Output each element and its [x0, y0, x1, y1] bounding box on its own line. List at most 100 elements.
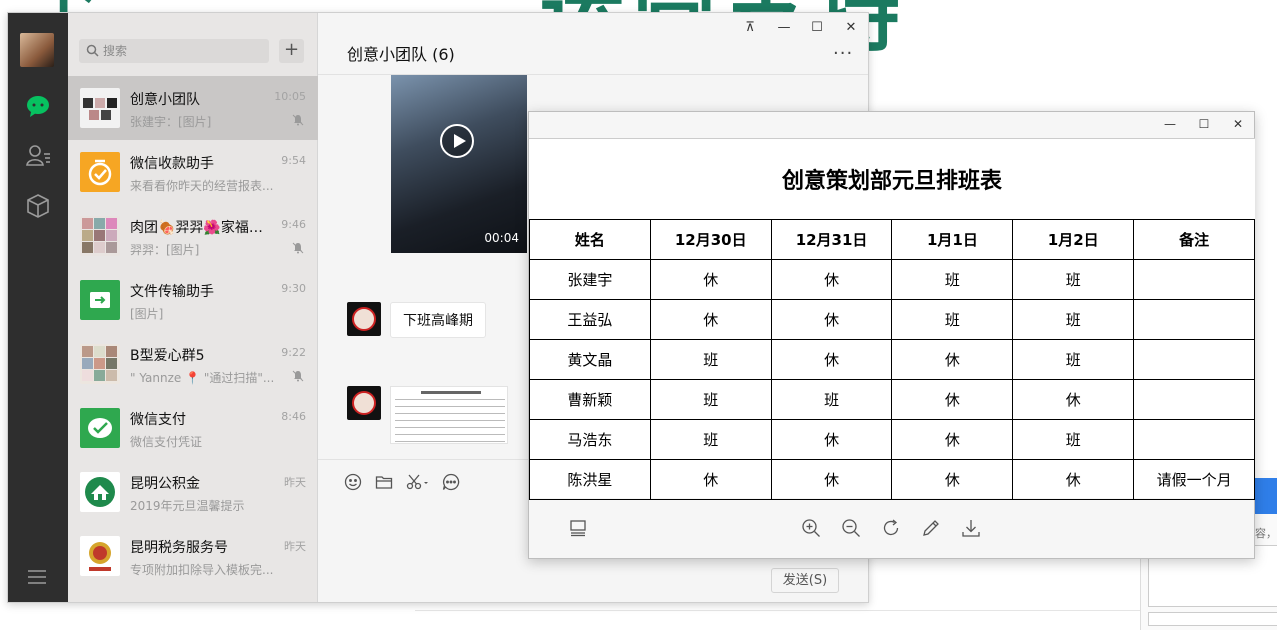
download-icon[interactable] — [960, 517, 982, 539]
table-cell: 班 — [1012, 339, 1135, 380]
chat-history-icon[interactable] — [442, 473, 460, 495]
table-row: 陈洪星 休 休 休 休 请假一个月 — [529, 459, 1255, 500]
table-cell: 休 — [770, 459, 893, 500]
thumbnail-strip-icon[interactable] — [567, 517, 589, 539]
table-cell: 班 — [1012, 259, 1135, 300]
chat-item-kunming-tax[interactable]: 昆明税务服务号 昨天 专项附加扣除导入模板完... — [68, 524, 318, 588]
background-blue-button — [1255, 478, 1277, 514]
chat-preview: 来看看你昨天的经营报表... — [130, 179, 274, 193]
rotate-icon[interactable] — [880, 517, 902, 539]
chat-time: 昨天 — [284, 540, 306, 553]
sender-avatar[interactable] — [347, 302, 381, 336]
menu-icon[interactable] — [27, 569, 47, 589]
table-cell: 黄文晶 — [529, 339, 651, 380]
close-button[interactable]: ✕ — [844, 20, 858, 35]
chat-name: 创意小团队 — [130, 92, 200, 108]
header-cell: 12月31日 — [770, 219, 893, 260]
table-cell — [1133, 419, 1255, 460]
play-icon[interactable] — [440, 124, 474, 158]
table-cell: 请假一个月 — [1133, 459, 1255, 500]
chat-item-file-transfer[interactable]: 文件传输助手 9:30 [图片] — [68, 268, 318, 332]
chat-time: 昨天 — [284, 476, 306, 489]
pin-button[interactable]: ⊼ — [743, 20, 757, 35]
chat-preview: 专项附加扣除导入模板完... — [130, 563, 274, 577]
table-row: 张建宇 休 休 班 班 — [529, 259, 1255, 300]
table-cell — [1133, 259, 1255, 300]
table-cell: 休 — [1012, 379, 1135, 420]
conversation-header: 创意小团队 (6) ··· ⊼ — ☐ ✕ — [318, 13, 868, 75]
chat-name: 肉团🍖羿羿🌺家福利... — [130, 220, 270, 236]
roster-table: 姓名 12月30日 12月31日 1月1日 1月2日 备注 张建宇 休 休 班 … — [529, 219, 1255, 500]
table-cell: 曹新颖 — [529, 379, 651, 420]
edit-pencil-icon[interactable] — [920, 517, 942, 539]
chat-preview: " Yannze 📍 "通过扫描"... — [130, 371, 275, 385]
mute-bell-icon — [292, 114, 304, 130]
table-cell: 休 — [891, 379, 1014, 420]
chat-time: 9:54 — [281, 154, 306, 167]
chat-preview: 张建宇：[图片] — [130, 115, 212, 129]
screenshot-scissors-icon[interactable] — [406, 473, 430, 495]
nav-rail — [8, 13, 68, 602]
chat-item-chuangyi[interactable]: 创意小团队 10:05 张建宇：[图片] — [68, 76, 318, 140]
send-button[interactable]: 发送(S) — [771, 568, 839, 593]
viewer-close-button[interactable]: ✕ — [1231, 117, 1245, 131]
chat-time: 8:46 — [281, 410, 306, 423]
my-avatar[interactable] — [20, 33, 54, 67]
roster-title: 创意策划部元旦排班表 — [781, 169, 1002, 194]
table-cell: 班 — [649, 419, 772, 460]
viewer-maximize-button[interactable]: ☐ — [1197, 117, 1211, 131]
group-avatar — [80, 216, 120, 256]
add-button[interactable]: + — [279, 39, 304, 63]
table-cell: 班 — [1012, 419, 1135, 460]
table-cell: 休 — [891, 339, 1014, 380]
table-cell: 马浩东 — [529, 419, 651, 460]
search-input[interactable] — [103, 42, 263, 60]
folder-icon[interactable] — [375, 473, 393, 495]
chat-item-routuan[interactable]: 肉团🍖羿羿🌺家福利... 9:46 羿羿：[图片] — [68, 204, 318, 268]
group-avatar — [80, 344, 120, 384]
text-message-bubble[interactable]: 下班高峰期 — [390, 302, 486, 338]
table-cell: 班 — [891, 299, 1014, 340]
chat-name: 昆明公积金 — [130, 476, 200, 492]
search-box[interactable] — [79, 39, 269, 63]
chat-item-pay-assistant[interactable]: 微信收款助手 9:54 来看看你昨天的经营报表... — [68, 140, 318, 204]
video-message[interactable]: 00:04 — [391, 75, 527, 253]
chat-item-b-xing[interactable]: B型爱心群5 9:22 " Yannze 📍 "通过扫描"... — [68, 332, 318, 396]
contacts-icon[interactable] — [25, 143, 51, 169]
emoji-icon[interactable] — [344, 473, 362, 495]
table-cell: 班 — [891, 259, 1014, 300]
viewer-minimize-button[interactable]: — — [1163, 117, 1177, 131]
chat-name: 文件传输助手 — [130, 284, 214, 300]
pay-assistant-avatar — [80, 152, 120, 192]
table-cell: 休 — [770, 259, 893, 300]
search-icon — [86, 44, 99, 61]
zoom-out-icon[interactable] — [840, 517, 862, 539]
sender-avatar[interactable] — [347, 386, 381, 420]
chat-name: 微信支付 — [130, 412, 186, 428]
chat-preview: 微信支付凭证 — [130, 435, 203, 449]
table-row: 曹新颖 班 班 休 休 — [529, 379, 1255, 420]
table-cell — [1133, 339, 1255, 380]
mute-bell-icon — [292, 242, 304, 258]
table-row: 王益弘 休 休 班 班 — [529, 299, 1255, 340]
minimize-button[interactable]: — — [777, 20, 791, 35]
table-cell: 休 — [770, 299, 893, 340]
maximize-button[interactable]: ☐ — [810, 20, 824, 35]
table-cell: 休 — [770, 419, 893, 460]
chat-time: 10:05 — [274, 90, 306, 103]
header-cell: 12月30日 — [649, 219, 772, 260]
chat-item-wechat-pay[interactable]: 微信支付 8:46 微信支付凭证 — [68, 396, 318, 460]
chat-icon[interactable] — [25, 93, 51, 119]
zoom-in-icon[interactable] — [800, 517, 822, 539]
table-cell: 班 — [649, 379, 772, 420]
file-transfer-avatar — [80, 280, 120, 320]
favorites-cube-icon[interactable] — [25, 193, 51, 219]
roster-image: 创意策划部元旦排班表 姓名 12月30日 12月31日 1月1日 1月2日 备注… — [529, 138, 1255, 500]
image-message-thumbnail[interactable] — [390, 386, 508, 444]
table-cell: 王益弘 — [529, 299, 651, 340]
chat-item-kunming-gjj[interactable]: 昆明公积金 昨天 2019年元旦温馨提示 — [68, 460, 318, 524]
more-options-button[interactable]: ··· — [833, 43, 853, 64]
table-cell — [1133, 379, 1255, 420]
group-avatar — [80, 88, 120, 128]
chat-preview: 2019年元旦温馨提示 — [130, 499, 245, 513]
